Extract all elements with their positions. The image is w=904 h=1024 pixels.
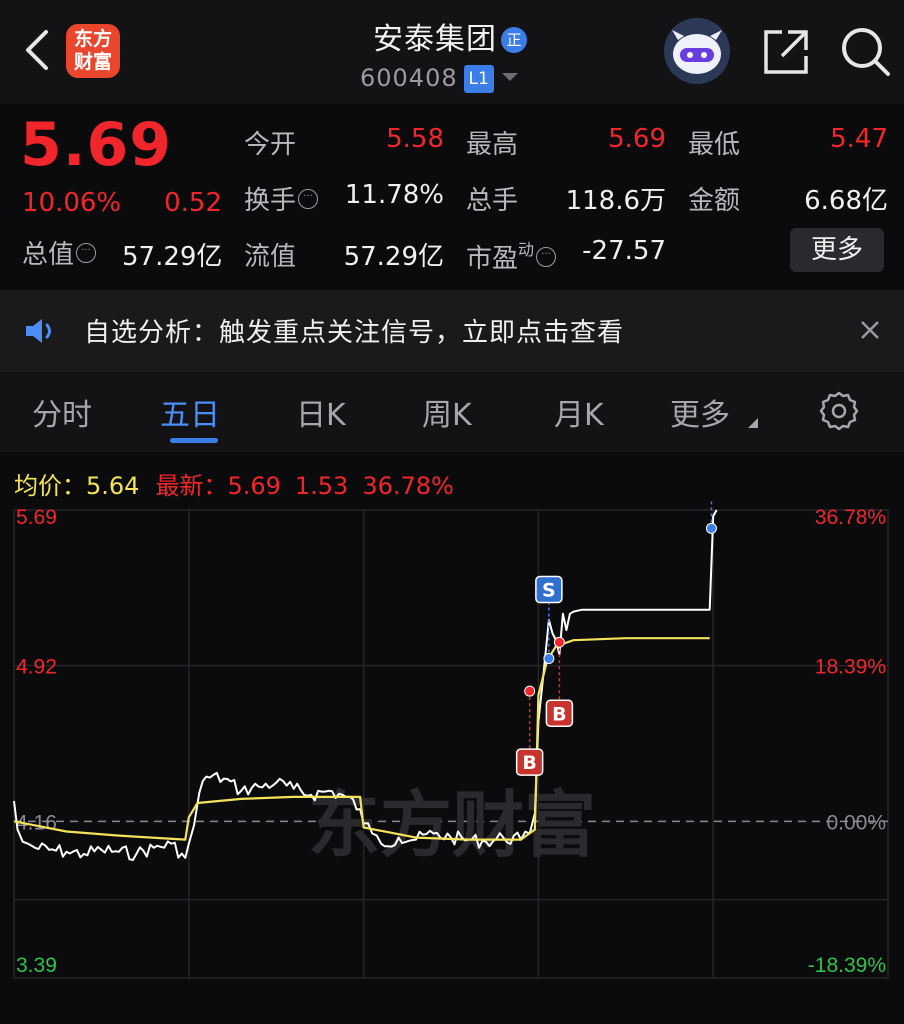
chart-settings-button[interactable] xyxy=(818,390,860,432)
pe-label-sup: 动 xyxy=(518,240,535,259)
active-tab-indicator xyxy=(170,438,218,443)
open-value: 5.58 xyxy=(386,124,444,154)
marker-dot xyxy=(553,636,565,648)
pe-value: -27.57 xyxy=(582,236,666,266)
avg-label: 均价： xyxy=(14,472,86,500)
avg-value: 5.64 xyxy=(86,472,140,500)
buy-marker-label: B xyxy=(552,703,566,725)
marker-dot xyxy=(705,522,717,534)
y-axis-left-tick: 5.69 xyxy=(16,506,57,529)
notice-text[interactable]: 自选分析：触发重点关注信号，立即点击查看 xyxy=(84,312,624,349)
volume-label: 总手 xyxy=(466,186,519,216)
change-amount: 0.52 xyxy=(164,188,222,218)
info-icon[interactable]: ··· xyxy=(536,247,557,267)
assistant-robot-button[interactable] xyxy=(664,18,730,84)
open-label: 今开 xyxy=(244,130,297,160)
logo-text-bottom: 财富 xyxy=(73,51,112,73)
gear-icon xyxy=(819,391,859,431)
share-icon xyxy=(764,30,808,74)
amount-label: 金额 xyxy=(688,186,741,216)
current-price: 5.69 xyxy=(20,110,173,180)
marker-dot xyxy=(543,653,555,665)
logo-text-top: 东方 xyxy=(73,28,112,50)
stock-code-row[interactable]: 600408 L1 xyxy=(360,64,600,96)
search-icon xyxy=(842,28,890,76)
more-quote-button[interactable]: 更多 xyxy=(790,228,884,272)
tab-intraday[interactable]: 分时 xyxy=(32,390,92,434)
tab-monthly-k[interactable]: 月K xyxy=(554,390,604,434)
speaker-icon xyxy=(24,316,58,346)
dropdown-icon xyxy=(501,73,518,81)
marker-dot xyxy=(524,685,536,697)
stock-code: 600408 xyxy=(360,64,458,92)
latest-price: 5.69 xyxy=(227,472,281,500)
search-button[interactable] xyxy=(838,24,892,78)
stock-title: 安泰集团正 xyxy=(300,14,600,58)
name-badge: 正 xyxy=(501,27,527,53)
y-axis-right-tick: 36.78% xyxy=(815,506,886,529)
latest-change: 1.53 xyxy=(294,472,349,500)
turnover-label: 换手 ··· xyxy=(244,180,319,217)
amount-value: 6.68亿 xyxy=(804,186,888,216)
level-badge: L1 xyxy=(463,65,494,93)
volume-value: 118.6万 xyxy=(565,186,666,216)
turnover-label-text: 换手 xyxy=(244,186,297,216)
high-label: 最高 xyxy=(466,130,519,160)
float-value: 57.29亿 xyxy=(343,242,444,272)
y-axis-right-tick: -18.39% xyxy=(808,954,886,977)
app-logo: 东方 财富 xyxy=(66,24,120,78)
info-icon[interactable]: ··· xyxy=(76,243,97,263)
chart-legend: 均价：5.64 最新：5.69 1.53 36.78% xyxy=(14,466,468,501)
watermark: 东方财富 xyxy=(308,783,596,867)
total-value: 57.29亿 xyxy=(122,242,223,272)
close-icon xyxy=(861,321,879,339)
latest-label: 最新： xyxy=(155,472,228,500)
low-label: 最低 xyxy=(688,130,741,160)
tab-more[interactable]: 更多 xyxy=(670,390,730,434)
change-percent: 10.06% xyxy=(22,188,122,218)
five-day-chart[interactable]: 东方财富5.694.924.163.3936.78%18.39%0.00%-18… xyxy=(0,500,904,1024)
chevron-left-icon xyxy=(26,30,48,70)
tab-weekly-k[interactable]: 周K xyxy=(422,390,472,434)
back-button[interactable] xyxy=(18,24,58,76)
low-value: 5.47 xyxy=(830,124,888,154)
more-dropdown-icon xyxy=(748,418,758,428)
sell-marker-label: S xyxy=(542,580,556,602)
y-axis-left-tick: 3.39 xyxy=(16,954,57,977)
avg-series-line xyxy=(13,637,710,841)
float-value-label: 流值 xyxy=(244,242,297,272)
stock-name: 安泰集团 xyxy=(373,22,497,57)
tab-five-day[interactable]: 五日 xyxy=(160,390,220,434)
high-value: 5.69 xyxy=(608,124,666,154)
latest-percent: 36.78% xyxy=(362,472,454,500)
y-axis-left-tick: 4.92 xyxy=(16,656,57,679)
info-icon[interactable]: ··· xyxy=(298,189,319,209)
total-value-label: 总值 ··· xyxy=(22,234,97,271)
total-value-label-text: 总值 xyxy=(22,240,75,270)
pe-label: 市盈动 ··· xyxy=(466,236,557,275)
buy-marker-label: B xyxy=(522,752,536,774)
chart-frame xyxy=(13,509,889,979)
y-axis-right-tick: 18.39% xyxy=(815,656,886,679)
robot-icon xyxy=(664,18,730,84)
y-axis-right-tick: 0.00% xyxy=(826,811,886,834)
share-button[interactable] xyxy=(760,26,812,78)
close-button[interactable] xyxy=(854,314,886,346)
pe-label-text: 市盈 xyxy=(466,244,519,274)
tab-daily-k[interactable]: 日K xyxy=(296,390,346,434)
turnover-value: 11.78% xyxy=(344,180,444,210)
